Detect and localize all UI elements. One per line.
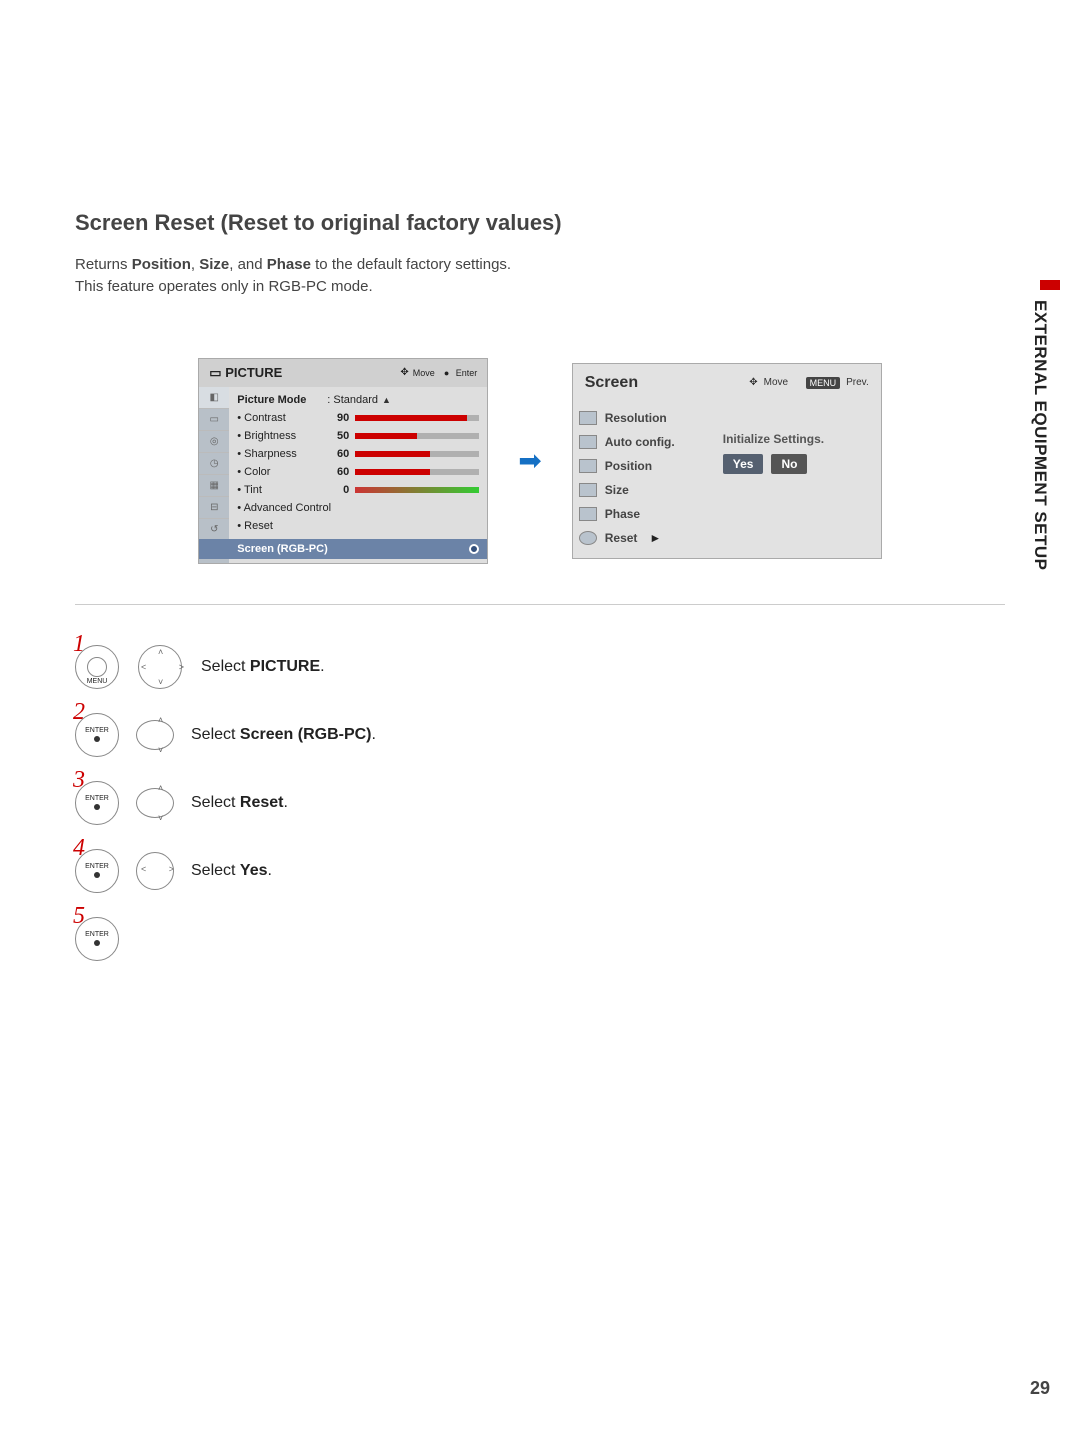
menu-button-icon: MENU (75, 645, 119, 689)
initialize-label: Initialize Settings. (723, 432, 871, 446)
step-1: 1 MENU ˄˅˂˃ Select PICTURE. (75, 645, 1005, 689)
enter-button-icon: ENTER (75, 917, 119, 961)
yes-button[interactable]: Yes (723, 454, 764, 474)
enter-button-icon: ENTER (75, 713, 119, 757)
step-4: 4 ENTER ˂˃ Select Yes. (75, 849, 1005, 893)
screen-menu: Screen ✥Move MENUPrev. Resolution Auto c… (572, 363, 882, 559)
contrast-row: • Contrast90 (237, 409, 479, 427)
reset-item[interactable]: Reset► (579, 526, 717, 550)
color-row: • Color60 (237, 463, 479, 481)
picture-menu-title: PICTURE (225, 365, 282, 380)
side-section-label: EXTERNAL EQUIPMENT SETUP (1030, 300, 1050, 571)
radio-selected-icon (469, 544, 479, 554)
reset-row: • Reset (237, 517, 479, 535)
dpad-horizontal-icon: ˂˃ (133, 849, 177, 893)
sharpness-row: • Sharpness60 (237, 445, 479, 463)
autoconfig-item[interactable]: Auto config. (579, 430, 717, 454)
no-button[interactable]: No (771, 454, 807, 474)
resolution-item[interactable]: Resolution (579, 406, 717, 430)
dpad-vertical-icon: ˄˅ (133, 781, 177, 825)
brightness-row: • Brightness50 (237, 427, 479, 445)
screen-rgb-pc-item[interactable]: Screen (RGB-PC) (199, 539, 487, 559)
advanced-row: • Advanced Control (237, 499, 479, 517)
intro-paragraph: Returns Position, Size, and Phase to the… (75, 254, 1005, 298)
arrow-right-icon: ➡ (518, 444, 541, 477)
picture-mode-row: Picture Mode : Standard▲ (237, 391, 479, 409)
dpad-full-icon: ˄˅˂˃ (133, 645, 187, 689)
step-2: 2 ENTER ˄˅ Select Screen (RGB-PC). (75, 713, 1005, 757)
step-3: 3 ENTER ˄˅ Select Reset. (75, 781, 1005, 825)
menu-illustration-row: ▭ PICTURE ✥Move ● Enter ◧▭◎◷▦⊟↺▣ Picture… (75, 358, 1005, 564)
tint-row: • Tint0 (237, 481, 479, 499)
tv-icon: ▭ (209, 365, 221, 381)
enter-button-icon: ENTER (75, 781, 119, 825)
step-5: 5 ENTER (75, 917, 1005, 961)
position-item[interactable]: Position (579, 454, 717, 478)
picture-menu: ▭ PICTURE ✥Move ● Enter ◧▭◎◷▦⊟↺▣ Picture… (198, 358, 488, 564)
divider (75, 604, 1005, 605)
picture-menu-category-icons: ◧▭◎◷▦⊟↺▣ (199, 387, 229, 563)
size-item[interactable]: Size (579, 478, 717, 502)
phase-item[interactable]: Phase (579, 502, 717, 526)
screen-menu-title: Screen (585, 374, 638, 392)
dpad-vertical-icon: ˄˅ (133, 713, 177, 757)
enter-button-icon: ENTER (75, 849, 119, 893)
section-marker (1040, 280, 1060, 290)
page-title: Screen Reset (Reset to original factory … (75, 210, 1005, 236)
page-number: 29 (1030, 1378, 1050, 1399)
